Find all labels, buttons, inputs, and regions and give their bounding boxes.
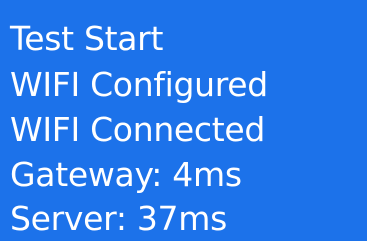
status-display: Test Start WIFI Configured WIFI Connecte… [0, 0, 367, 241]
status-line-server-latency: Server: 37ms [10, 199, 227, 238]
status-line-wifi-configured: WIFI Configured [10, 65, 268, 104]
status-line-gateway-latency: Gateway: 4ms [10, 155, 242, 194]
status-line-wifi-connected: WIFI Connected [10, 110, 266, 149]
screen: Test Start WIFI Configured WIFI Connecte… [0, 0, 377, 247]
status-line-test-start: Test Start [10, 19, 164, 58]
